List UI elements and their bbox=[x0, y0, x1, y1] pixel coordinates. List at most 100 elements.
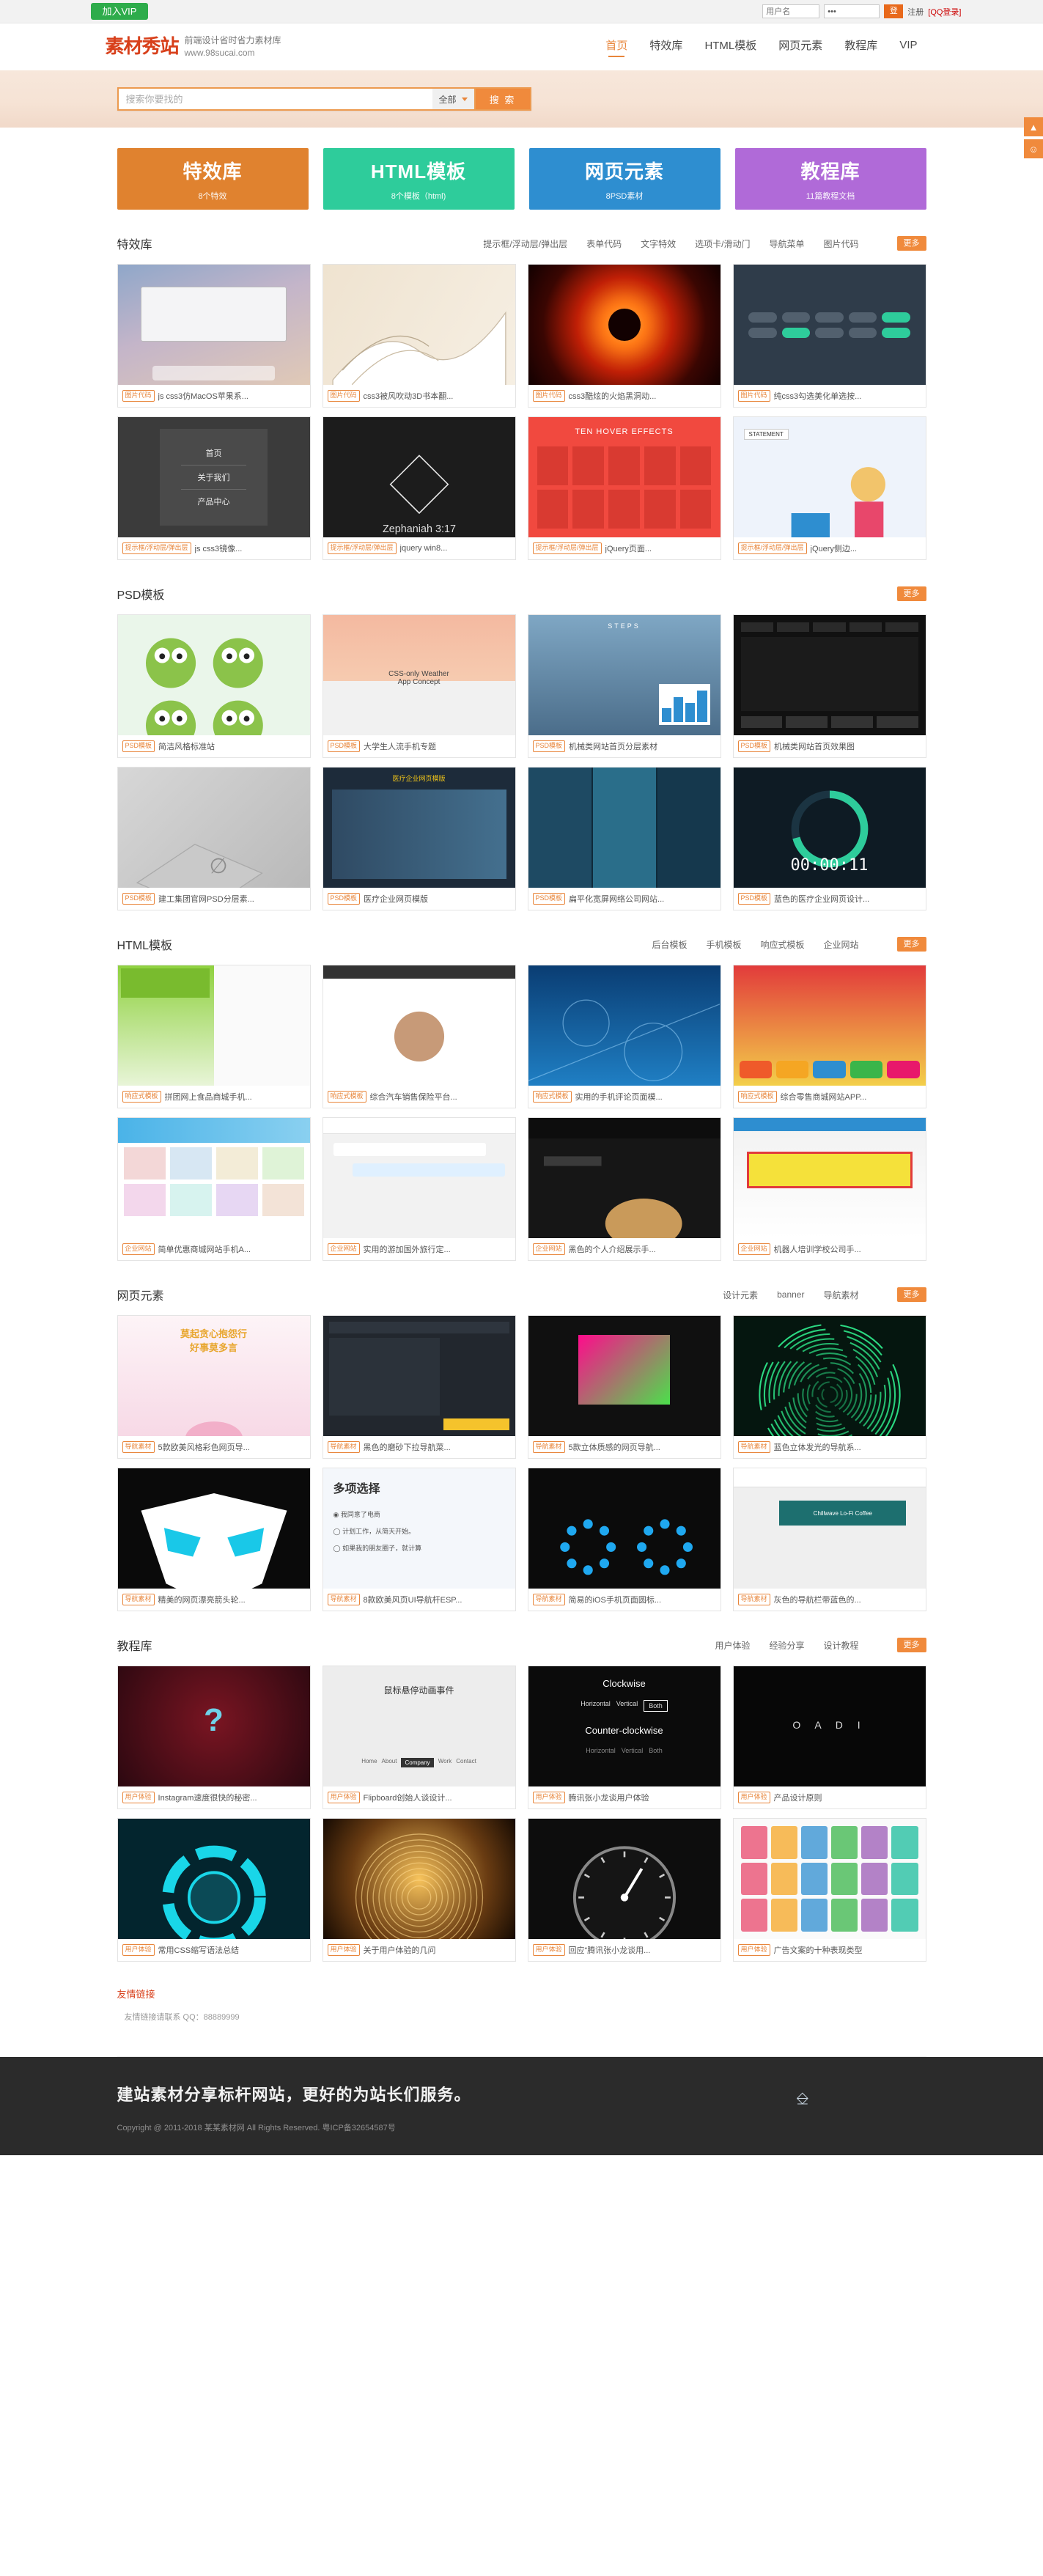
resource-tag[interactable]: 导航素材 bbox=[532, 1441, 565, 1453]
resource-card[interactable]: PSD模板 简洁风格标准站 bbox=[117, 614, 311, 758]
resource-card[interactable]: 响应式模板 综合零售商城网站APP... bbox=[732, 965, 926, 1108]
qq-login-link[interactable]: [QQ登录] bbox=[928, 6, 961, 18]
resource-tag[interactable]: 图片代码 bbox=[532, 390, 565, 402]
nav-item-html-templates[interactable]: HTML模板 bbox=[704, 37, 756, 57]
site-logo[interactable]: 素材秀站 前端设计省时省力素材库 www.98sucai.com bbox=[106, 35, 281, 59]
resource-title[interactable]: 简易的iOS手机页面圆标... bbox=[569, 1594, 662, 1605]
search-button[interactable]: 搜 索 bbox=[473, 87, 531, 111]
resource-tag[interactable]: 用户体验 bbox=[737, 1944, 770, 1956]
resource-card[interactable]: 用户体验 关于用户体验的几问 bbox=[322, 1818, 516, 1962]
resource-tag[interactable]: 企业网站 bbox=[327, 1243, 360, 1255]
resource-tag[interactable]: 提示框/浮动层/弹出层 bbox=[532, 542, 602, 554]
resource-title[interactable]: 机械类网站首页分层素材 bbox=[569, 740, 657, 752]
resource-card[interactable]: STEPS PSD模板 机械类网站首页分层素材 bbox=[527, 614, 721, 758]
resource-title[interactable]: 蓝色立体发光的导航系... bbox=[774, 1441, 861, 1453]
resource-title[interactable]: 实用的游加国外旅行定... bbox=[364, 1243, 451, 1255]
section-tab[interactable]: 响应式模板 bbox=[760, 938, 804, 951]
resource-card[interactable]: 响应式模板 综合汽车销售保险平台... bbox=[322, 965, 516, 1108]
section-tab[interactable]: 企业网站 bbox=[823, 938, 858, 951]
resource-tag[interactable]: 用户体验 bbox=[737, 1792, 770, 1803]
join-vip-button[interactable]: 加入VIP bbox=[90, 3, 149, 20]
nav-item-tutorials[interactable]: 教程库 bbox=[844, 37, 877, 57]
resource-card[interactable]: TEN HOVER EFFECTS 提示框/浮动层/弹出层 jQuery页面... bbox=[527, 416, 721, 560]
resource-title[interactable]: 灰色的导航栏带蓝色的... bbox=[774, 1594, 861, 1605]
resource-card[interactable]: 导航素材 精美的网页漂亮箭头轮... bbox=[117, 1468, 311, 1611]
resource-card[interactable]: 企业网站 机器人培训学校公司手... bbox=[732, 1117, 926, 1261]
resource-tag[interactable]: PSD模板 bbox=[327, 893, 361, 905]
section-tab[interactable]: 导航素材 bbox=[823, 1289, 858, 1301]
resource-card[interactable]: 导航素材 5款立体质感的网页导航... bbox=[527, 1315, 721, 1459]
resource-title[interactable]: css3酷炫的火焰黑洞动... bbox=[569, 390, 657, 402]
back-to-top-button[interactable]: ▲ bbox=[1024, 117, 1043, 136]
section-tab[interactable]: 提示框/浮动层/弹出层 bbox=[483, 238, 567, 250]
resource-title[interactable]: 蓝色的医疗企业网页设计... bbox=[774, 893, 869, 905]
resource-card[interactable]: 导航素材 简易的iOS手机页面圆标... bbox=[527, 1468, 721, 1611]
resource-title[interactable]: 5款立体质感的网页导航... bbox=[569, 1441, 660, 1453]
section-tab[interactable]: 图片代码 bbox=[823, 238, 858, 250]
resource-title[interactable]: 纯css3勾选美化单选按... bbox=[774, 390, 862, 402]
category-card-4[interactable]: 教程库 11篇教程文档 bbox=[734, 148, 926, 210]
resource-card[interactable]: 医疗企业网页模版 PSD模板 医疗企业网页模版 bbox=[322, 767, 516, 910]
resource-title[interactable]: 黑色的个人介绍展示手... bbox=[569, 1243, 656, 1255]
resource-title[interactable]: 机器人培训学校公司手... bbox=[774, 1243, 861, 1255]
resource-title[interactable]: Instagram速度很快的秘密... bbox=[158, 1792, 257, 1803]
section-tab[interactable]: banner bbox=[777, 1289, 804, 1300]
resource-title[interactable]: jQuery侧边... bbox=[811, 542, 858, 554]
resource-tag[interactable]: PSD模板 bbox=[122, 740, 155, 752]
resource-card[interactable]: Chillwave Lo-Fi Coffee 导航素材 灰色的导航栏带蓝色的... bbox=[732, 1468, 926, 1611]
resource-title[interactable]: 综合汽车销售保险平台... bbox=[370, 1091, 457, 1103]
category-card-3[interactable]: 网页元素 8PSD素材 bbox=[528, 148, 720, 210]
resource-tag[interactable]: PSD模板 bbox=[532, 893, 566, 905]
resource-tag[interactable]: 用户体验 bbox=[327, 1792, 360, 1803]
resource-card[interactable]: ∅ PSD模板 建工集团官网PSD分层素... bbox=[117, 767, 311, 910]
resource-tag[interactable]: 图片代码 bbox=[737, 390, 770, 402]
resource-tag[interactable]: 响应式模板 bbox=[532, 1091, 572, 1103]
resource-tag[interactable]: 导航素材 bbox=[327, 1594, 360, 1605]
nav-item-effects[interactable]: 特效库 bbox=[649, 37, 682, 57]
resource-card[interactable]: 导航素材 蓝色立体发光的导航系... bbox=[732, 1315, 926, 1459]
login-button[interactable]: 登 bbox=[884, 4, 904, 18]
section-more-button[interactable]: 更多 bbox=[896, 936, 926, 952]
resource-card[interactable]: 图片代码 js css3仿MacOS苹果系... bbox=[117, 264, 311, 408]
password-input[interactable] bbox=[824, 4, 880, 18]
resource-card[interactable]: PSD模板 扁平化宽屏网络公司网站... bbox=[527, 767, 721, 910]
resource-card[interactable]: 响应式模板 拼团网上食品商城手机... bbox=[117, 965, 311, 1108]
resource-card[interactable]: ? 用户体验 Instagram速度很快的秘密... bbox=[117, 1666, 311, 1809]
resource-tag[interactable]: 企业网站 bbox=[122, 1243, 155, 1255]
username-input[interactable] bbox=[762, 4, 820, 18]
section-tab[interactable]: 经验分享 bbox=[769, 1639, 804, 1652]
resource-tag[interactable]: 企业网站 bbox=[737, 1243, 770, 1255]
resource-tag[interactable]: 响应式模板 bbox=[327, 1091, 366, 1103]
nav-item-home[interactable]: 首页 bbox=[605, 37, 627, 57]
resource-tag[interactable]: 图片代码 bbox=[122, 390, 155, 402]
resource-tag[interactable]: PSD模板 bbox=[327, 740, 361, 752]
resource-card[interactable]: Zephaniah 3:17 提示框/浮动层/弹出层 jquery win8... bbox=[322, 416, 516, 560]
resource-tag[interactable]: 提示框/浮动层/弹出层 bbox=[327, 542, 397, 554]
section-more-button[interactable]: 更多 bbox=[896, 586, 926, 602]
search-scope-select[interactable]: 全部 bbox=[432, 87, 474, 111]
resource-tag[interactable]: 导航素材 bbox=[122, 1441, 155, 1453]
contact-button[interactable]: ☺ bbox=[1024, 139, 1043, 158]
resource-title[interactable]: 建工集团官网PSD分层素... bbox=[158, 893, 254, 905]
resource-tag[interactable]: 导航素材 bbox=[327, 1441, 360, 1453]
resource-tag[interactable]: 导航素材 bbox=[737, 1441, 770, 1453]
resource-title[interactable]: 医疗企业网页模版 bbox=[364, 893, 428, 905]
resource-tag[interactable]: PSD模板 bbox=[532, 740, 566, 752]
resource-title[interactable]: 简单优惠商城网站手机A... bbox=[158, 1243, 251, 1255]
resource-tag[interactable]: PSD模板 bbox=[737, 740, 771, 752]
resource-card[interactable]: Clockwise Horizontal Vertical Both Counter-c… bbox=[527, 1666, 721, 1809]
section-more-button[interactable]: 更多 bbox=[896, 235, 926, 251]
resource-card[interactable]: 用户体验 广告文案的十种表现类型 bbox=[732, 1818, 926, 1962]
resource-title[interactable]: 关于用户体验的几问 bbox=[364, 1944, 436, 1956]
section-tab[interactable]: 导航菜单 bbox=[769, 238, 804, 250]
resource-card[interactable]: 图片代码 css3被风吹动3D书本翻... bbox=[322, 264, 516, 408]
resource-card[interactable]: 首页 关于我们 产品中心 提示框/浮动层/弹出层 js css3镜像... bbox=[117, 416, 311, 560]
resource-card[interactable]: 用户体验 回应“腾讯张小龙谈用... bbox=[527, 1818, 721, 1962]
resource-card[interactable]: 响应式模板 实用的手机评论页面模... bbox=[527, 965, 721, 1108]
resource-card[interactable]: 导航素材 黑色的磨砂下拉导航菜... bbox=[322, 1315, 516, 1459]
section-more-button[interactable]: 更多 bbox=[896, 1287, 926, 1303]
resource-title[interactable]: 黑色的磨砂下拉导航菜... bbox=[364, 1441, 451, 1453]
nav-item-web-elements[interactable]: 网页元素 bbox=[778, 37, 822, 57]
resource-tag[interactable]: 图片代码 bbox=[327, 390, 360, 402]
resource-title[interactable]: 常用CSS缩写语法总结 bbox=[158, 1944, 240, 1956]
